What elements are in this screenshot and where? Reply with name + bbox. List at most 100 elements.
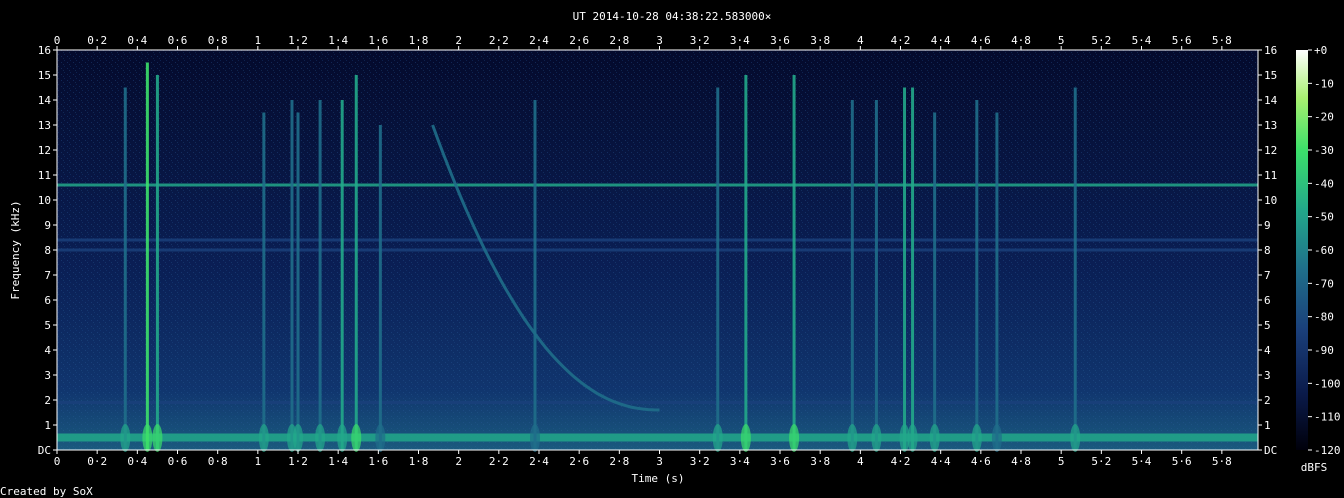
- y-tick-label-right: 14: [1264, 94, 1278, 107]
- y-tick-label-right: 16: [1264, 44, 1277, 57]
- x-tick-label-bottom: 5: [1058, 455, 1065, 468]
- sferic-mark: [850, 100, 854, 450]
- y-tick-label-left: DC: [38, 444, 51, 457]
- x-tick-label-top: 0·8: [208, 34, 228, 47]
- colorbar-ticks: +0 -10 -20 -30 -40 -50 -60 -70 -80 -90 -100 -110 -12…: [1308, 44, 1341, 457]
- y-axis-label: Frequency (kHz): [9, 200, 22, 299]
- x-tick-label-bottom: 1: [255, 455, 262, 468]
- x-tick-label-top: 5·8: [1212, 34, 1232, 47]
- x-tick-label-bottom: 2·8: [609, 455, 629, 468]
- sferic-mark: [975, 100, 979, 450]
- y-tick-label-right: 7: [1264, 269, 1271, 282]
- sferic-base-mark: [337, 424, 348, 452]
- x-tick-label-bottom: 4·2: [891, 455, 911, 468]
- x-tick-label-top: 3·4: [730, 34, 750, 47]
- x-tick-label-top: 4·4: [931, 34, 951, 47]
- x-tick-label-bottom: 1·2: [288, 455, 308, 468]
- colorbar-tick-label: +0: [1314, 44, 1327, 57]
- x-tick-label-top: 2·4: [529, 34, 549, 47]
- x-tick-label-top: 3·8: [810, 34, 830, 47]
- y-tick-label-right: 1: [1264, 419, 1271, 432]
- sferic-mark: [378, 125, 382, 450]
- x-tick-label-top: 0: [54, 34, 61, 47]
- x-tick-label-bottom: 5·2: [1091, 455, 1111, 468]
- y-tick-label-left: 15: [38, 69, 51, 82]
- colorbar-label: dBFS: [1301, 461, 1328, 474]
- x-tick-label-top: 0·4: [127, 34, 147, 47]
- x-tick-label-bottom: 3·6: [770, 455, 790, 468]
- colorbar-tick-label: -40: [1314, 177, 1334, 190]
- y-tick-label-right: 13: [1264, 119, 1277, 132]
- sferic-base-mark: [1070, 424, 1081, 452]
- y-tick-label-right: 2: [1264, 394, 1271, 407]
- x-tick-label-top: 2: [455, 34, 462, 47]
- x-tick-label-top: 1·4: [328, 34, 348, 47]
- sferic-base-mark: [871, 424, 882, 452]
- x-tick-label-top: 2·2: [489, 34, 509, 47]
- colorbar-tick-label: -100: [1314, 377, 1341, 390]
- x-tick-label-top: 0·2: [87, 34, 107, 47]
- x-tick-label-bottom: 2·4: [529, 455, 549, 468]
- sferic-mark: [123, 87, 127, 450]
- x-tick-label-top: 5·2: [1091, 34, 1111, 47]
- colorbar-tick-label: -110: [1314, 411, 1341, 424]
- x-tick-label-bottom: 5·8: [1212, 455, 1232, 468]
- sferic-base-mark: [789, 424, 800, 452]
- x-axis-label: Time (s): [632, 472, 685, 485]
- x-tick-label-top: 0·6: [168, 34, 188, 47]
- x-tick-label-bottom: 1·8: [409, 455, 429, 468]
- y-tick-label-left: 6: [44, 294, 51, 307]
- x-tick-label-bottom: 0·2: [87, 455, 107, 468]
- y-tick-label-left: 3: [44, 369, 51, 382]
- sferic-base-mark: [929, 424, 940, 452]
- y-tick-label-right: DC: [1264, 444, 1277, 457]
- colorbar-tick-label: -20: [1314, 111, 1334, 124]
- x-tick-label-bottom: 0·4: [127, 455, 147, 468]
- y-tick-label-right: 10: [1264, 194, 1277, 207]
- x-tick-label-top: 1·6: [368, 34, 388, 47]
- x-tick-label-bottom: 1·4: [328, 455, 348, 468]
- sferic-base-mark: [315, 424, 326, 452]
- y-tick-label-left: 8: [44, 244, 51, 257]
- y-tick-label-left: 2: [44, 394, 51, 407]
- sferic-mark: [933, 112, 937, 450]
- y-tick-label-right: 5: [1264, 319, 1271, 332]
- x-tick-label-top: 1·2: [288, 34, 308, 47]
- x-tick-label-top: 5·4: [1132, 34, 1152, 47]
- x-tick-label-bottom: 0: [54, 455, 61, 468]
- x-tick-label-bottom: 2·2: [489, 455, 509, 468]
- spectrogram-chart: UT 2014-10-28 04:38:22.583000× 0 0 0·2 0·2 0…: [0, 10, 1341, 498]
- horizontal-tone-line: [57, 248, 1258, 252]
- sferic-base-mark: [991, 424, 1002, 452]
- x-tick-label-bottom: 2·6: [569, 455, 589, 468]
- y-tick-label-left: 13: [38, 119, 51, 132]
- x-tick-label-top: 2·8: [609, 34, 629, 47]
- x-tick-label-top: 4: [857, 34, 864, 47]
- x-tick-label-top: 5·6: [1172, 34, 1192, 47]
- sferic-mark: [903, 87, 907, 450]
- y-tick-label-left: 10: [38, 194, 51, 207]
- x-tick-label-bottom: 4·8: [1011, 455, 1031, 468]
- sferic-base-mark: [375, 424, 386, 452]
- sferic-mark: [340, 100, 344, 450]
- colorbar-tick-label: -10: [1314, 77, 1334, 90]
- x-tick-label-top: 4·8: [1011, 34, 1031, 47]
- sferic-mark: [318, 100, 322, 450]
- sferic-mark: [1073, 87, 1077, 450]
- colorbar-tick-label: -30: [1314, 144, 1334, 157]
- y-tick-label-right: 6: [1264, 294, 1271, 307]
- x-tick-label-bottom: 4: [857, 455, 864, 468]
- x-tick-label-bottom: 2: [455, 455, 462, 468]
- x-tick-label-bottom: 5·4: [1132, 455, 1152, 468]
- sferic-base-mark: [293, 424, 304, 452]
- y-tick-label-left: 9: [44, 219, 51, 232]
- sferic-mark: [874, 100, 878, 450]
- sferic-mark: [716, 87, 720, 450]
- y-tick-label-right: 8: [1264, 244, 1271, 257]
- sferic-mark: [155, 75, 159, 450]
- horizontal-tone-line: [57, 238, 1258, 242]
- horizontal-tone-line: [57, 401, 1258, 404]
- x-tick-label-bottom: 0·8: [208, 455, 228, 468]
- sferic-mark: [995, 112, 999, 450]
- y-tick-label-left: 11: [38, 169, 51, 182]
